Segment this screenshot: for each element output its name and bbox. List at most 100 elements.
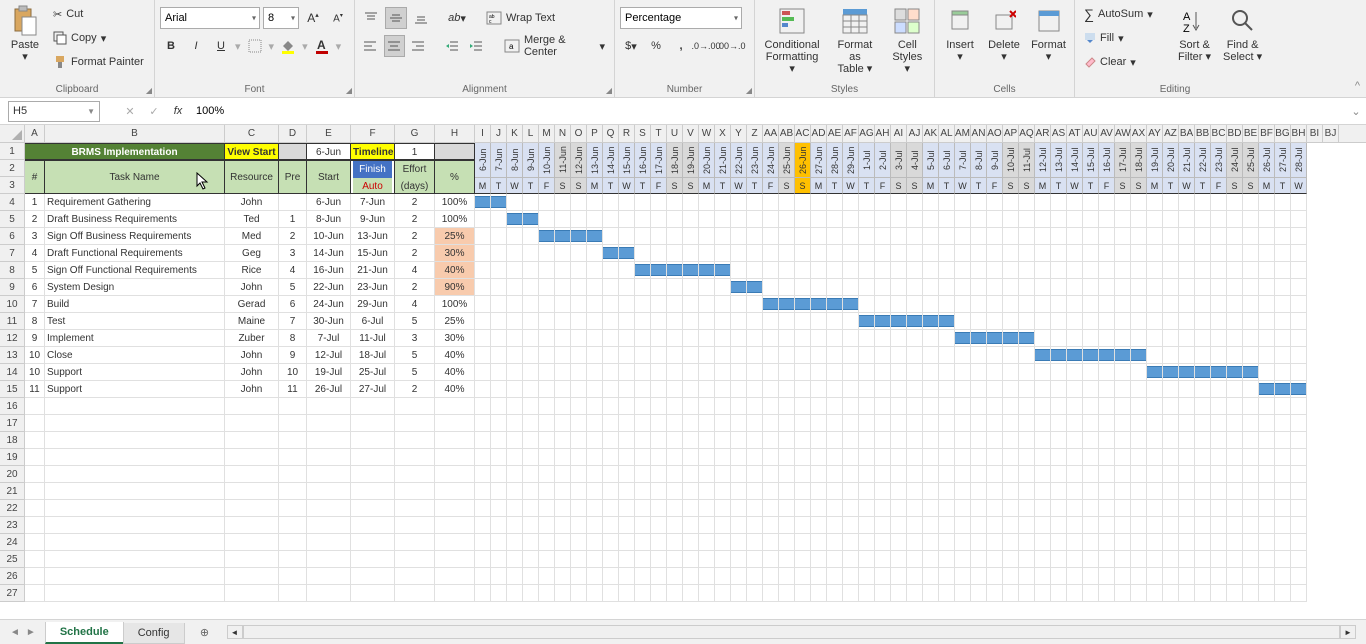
gantt-cell[interactable]: [1099, 347, 1115, 364]
gantt-cell[interactable]: [475, 279, 491, 296]
gantt-cell[interactable]: [1179, 211, 1195, 228]
tab-prev-button[interactable]: ◄: [10, 627, 20, 638]
gantt-cell[interactable]: [1099, 194, 1115, 211]
cell[interactable]: [351, 432, 395, 449]
gantt-cell[interactable]: [571, 364, 587, 381]
cell[interactable]: [827, 466, 843, 483]
cell[interactable]: [1179, 483, 1195, 500]
cell[interactable]: [1035, 500, 1051, 517]
row-header[interactable]: 12: [0, 330, 24, 347]
cell[interactable]: FinishAuto: [351, 160, 395, 194]
cell[interactable]: [507, 534, 523, 551]
gantt-cell[interactable]: [1195, 381, 1211, 398]
gantt-cell[interactable]: [1163, 245, 1179, 262]
gantt-cell[interactable]: [1099, 313, 1115, 330]
cell[interactable]: [939, 551, 955, 568]
gantt-cell[interactable]: [715, 296, 731, 313]
cell[interactable]: [491, 449, 507, 466]
gantt-cell[interactable]: [1275, 296, 1291, 313]
gantt-cell[interactable]: [907, 330, 923, 347]
paste-button[interactable]: Paste▾: [5, 3, 45, 65]
cell[interactable]: [1195, 500, 1211, 517]
gantt-cell[interactable]: [1243, 245, 1259, 262]
cell[interactable]: [907, 415, 923, 432]
gantt-cell[interactable]: [555, 381, 571, 398]
gantt-cell[interactable]: [1083, 245, 1099, 262]
column-header[interactable]: BB: [1195, 125, 1211, 142]
cell[interactable]: [1275, 449, 1291, 466]
cell[interactable]: [971, 432, 987, 449]
cell[interactable]: [1179, 415, 1195, 432]
cell[interactable]: [1179, 449, 1195, 466]
cell[interactable]: [859, 500, 875, 517]
cell[interactable]: [1147, 585, 1163, 602]
cell[interactable]: [1003, 534, 1019, 551]
cell[interactable]: [651, 585, 667, 602]
gantt-cell[interactable]: [555, 194, 571, 211]
cell[interactable]: 23-Jun: [351, 279, 395, 296]
cell[interactable]: [1147, 483, 1163, 500]
cell[interactable]: [843, 585, 859, 602]
gantt-cell[interactable]: [827, 296, 843, 313]
gantt-cell[interactable]: [907, 228, 923, 245]
gantt-cell[interactable]: [1195, 194, 1211, 211]
cell[interactable]: [683, 517, 699, 534]
cell[interactable]: [395, 585, 435, 602]
cell[interactable]: 12-Jul: [307, 347, 351, 364]
row-header[interactable]: 11: [0, 313, 24, 330]
cell[interactable]: [827, 534, 843, 551]
column-header[interactable]: A: [25, 125, 45, 142]
gantt-cell[interactable]: [1227, 381, 1243, 398]
gantt-cell[interactable]: [1115, 347, 1131, 364]
gantt-cell[interactable]: [683, 364, 699, 381]
cell[interactable]: 3: [25, 228, 45, 245]
gantt-cell[interactable]: [1147, 364, 1163, 381]
cell[interactable]: [603, 398, 619, 415]
gantt-cell[interactable]: [1019, 279, 1035, 296]
cell[interactable]: [1003, 568, 1019, 585]
cell[interactable]: [571, 551, 587, 568]
cell[interactable]: [779, 449, 795, 466]
gantt-cell[interactable]: [587, 364, 603, 381]
gantt-cell[interactable]: [1131, 381, 1147, 398]
cell[interactable]: [891, 398, 907, 415]
cell[interactable]: [795, 466, 811, 483]
gantt-cell[interactable]: [859, 381, 875, 398]
gantt-cell[interactable]: [1291, 364, 1307, 381]
fill-color-button[interactable]: [277, 35, 299, 57]
gantt-cell[interactable]: [1115, 279, 1131, 296]
gantt-cell[interactable]: [1259, 245, 1275, 262]
column-header[interactable]: Q: [603, 125, 619, 142]
gantt-cell[interactable]: [843, 381, 859, 398]
gantt-cell[interactable]: [923, 228, 939, 245]
gantt-cell[interactable]: [491, 364, 507, 381]
gantt-cell[interactable]: [699, 194, 715, 211]
cell[interactable]: [731, 398, 747, 415]
gantt-cell[interactable]: [875, 296, 891, 313]
gantt-cell[interactable]: [1259, 194, 1275, 211]
gantt-cell[interactable]: [875, 211, 891, 228]
gantt-cell[interactable]: [619, 381, 635, 398]
gantt-cell[interactable]: [699, 347, 715, 364]
cell[interactable]: [1131, 432, 1147, 449]
cell[interactable]: [875, 432, 891, 449]
cell[interactable]: 40%: [435, 347, 475, 364]
gantt-date-header[interactable]: 9-JulF: [987, 143, 1003, 194]
cell[interactable]: [225, 551, 279, 568]
cell[interactable]: Maine: [225, 313, 279, 330]
cell[interactable]: [1243, 534, 1259, 551]
cell[interactable]: [1131, 449, 1147, 466]
column-header[interactable]: X: [715, 125, 731, 142]
gantt-cell[interactable]: [811, 245, 827, 262]
cell[interactable]: [1067, 415, 1083, 432]
cell[interactable]: [587, 551, 603, 568]
row-header[interactable]: 9: [0, 279, 24, 296]
gantt-cell[interactable]: [667, 211, 683, 228]
gantt-cell[interactable]: [715, 228, 731, 245]
gantt-cell[interactable]: [731, 279, 747, 296]
cell[interactable]: [475, 534, 491, 551]
cell[interactable]: [351, 466, 395, 483]
cell[interactable]: [811, 568, 827, 585]
cell[interactable]: [507, 483, 523, 500]
gantt-cell[interactable]: [987, 211, 1003, 228]
